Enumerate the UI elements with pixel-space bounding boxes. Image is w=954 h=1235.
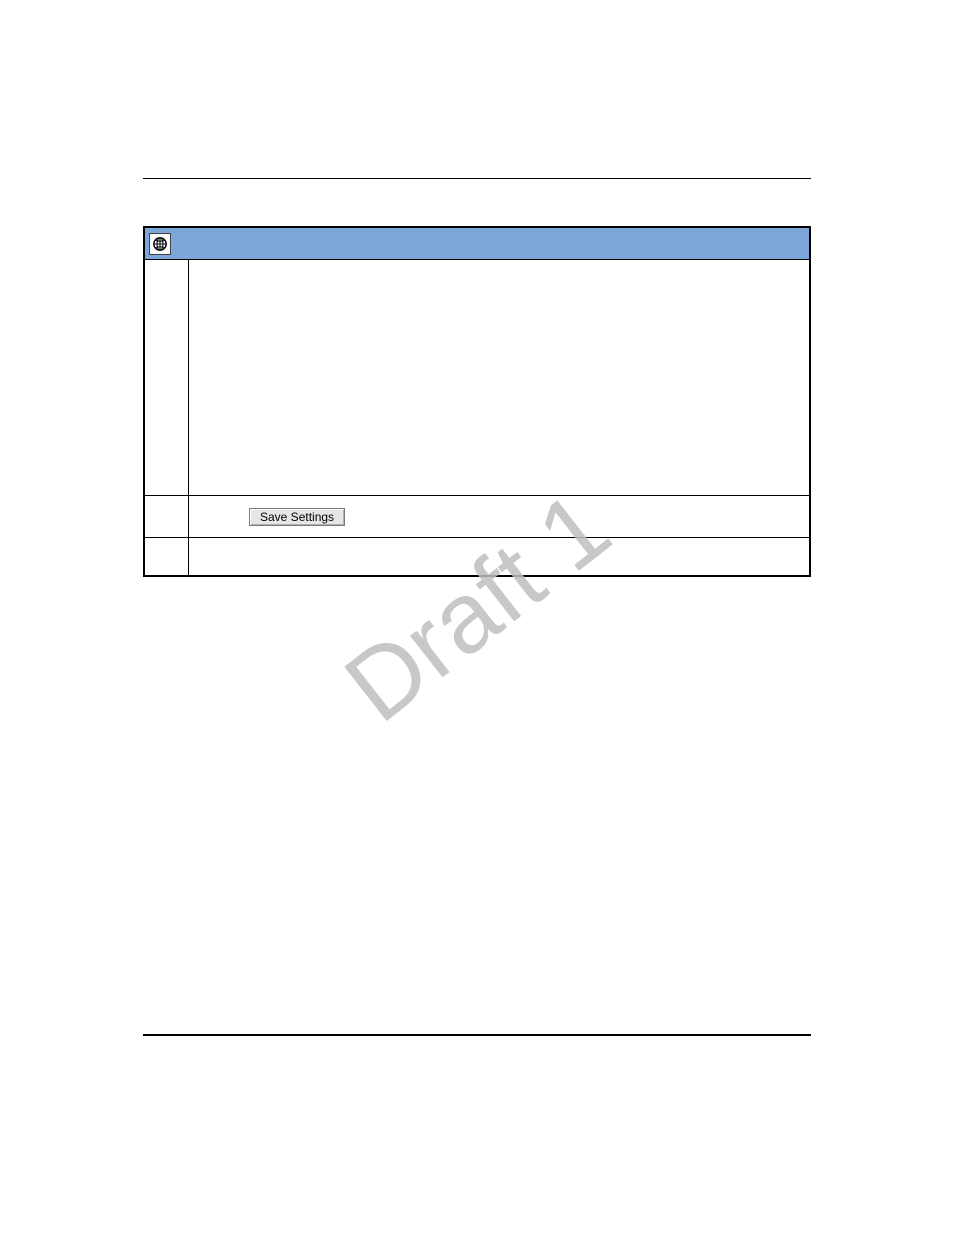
header-rule: [143, 178, 811, 179]
content-row3: [189, 538, 809, 575]
content-row2: Save Settings: [189, 496, 809, 538]
document-page: Save Settings Draft 1: [0, 0, 954, 1235]
left-gutter-row1: [145, 260, 189, 496]
footer-rule: [143, 1034, 811, 1036]
save-settings-button[interactable]: Save Settings: [249, 508, 345, 526]
content-row1: [189, 260, 809, 496]
left-gutter-row3: [145, 538, 189, 575]
left-gutter-row2: [145, 496, 189, 538]
app-window: Save Settings: [143, 226, 811, 577]
window-titlebar: [145, 228, 809, 260]
globe-icon: [149, 233, 171, 255]
window-body: Save Settings: [145, 260, 809, 575]
